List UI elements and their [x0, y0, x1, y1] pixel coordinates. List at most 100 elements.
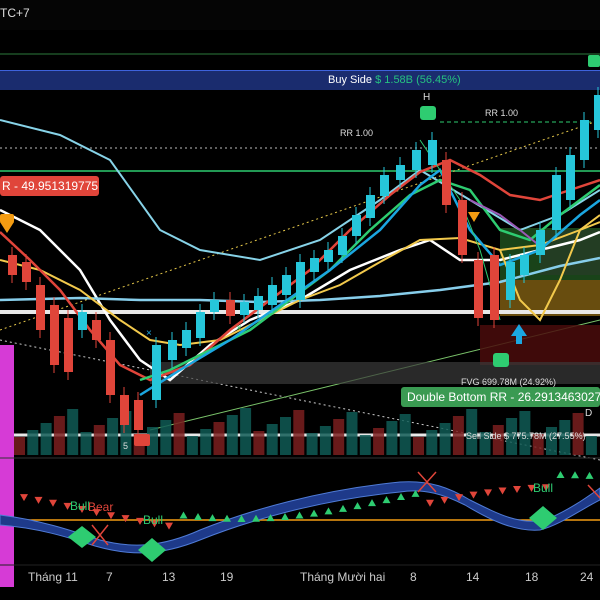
volume-bar [226, 415, 238, 455]
volume-bar [240, 408, 252, 455]
candle-body [36, 285, 45, 330]
candle-body [106, 340, 115, 395]
ll-tag [134, 434, 150, 446]
rr-right-label: RR 1.00 [485, 108, 519, 118]
x-axis-label: 7 [106, 570, 113, 584]
fvg-label: FVG 699.78M (24.92%) [461, 377, 557, 387]
candle-body [196, 312, 205, 338]
down-triangle-icon [468, 212, 480, 222]
x-mark-icon: × [146, 328, 152, 339]
volume-bar [373, 428, 385, 455]
candle-body [552, 175, 561, 230]
high-label: H [423, 92, 431, 103]
osc-triangle [484, 489, 492, 497]
osc-triangle [585, 471, 594, 479]
osc-triangle [353, 502, 362, 510]
candle-body [268, 285, 277, 305]
candle-body [338, 236, 347, 255]
candle-body [240, 302, 249, 315]
volume-bar [293, 410, 305, 455]
candle-body [366, 195, 375, 218]
hh-tag [420, 106, 436, 120]
candle-body [566, 155, 575, 200]
candle-body [310, 258, 319, 272]
bull-label-2: Bull [143, 513, 164, 527]
osc-triangle [121, 515, 130, 523]
volume-bar [14, 437, 25, 455]
candle-body [490, 255, 499, 320]
x-axis-label: 24 [580, 570, 594, 584]
candle-body [380, 175, 389, 196]
osc-triangle [324, 507, 333, 515]
volume-bar [266, 424, 278, 455]
osc-triangle [571, 471, 579, 479]
volume-bar [452, 416, 464, 455]
left-indicator-bar [0, 345, 14, 587]
volume-bar [319, 426, 331, 455]
double-bottom-box[interactable]: Double Bottom RR - 26.2913463027 [401, 387, 600, 407]
candle-body [226, 300, 235, 316]
osc-triangle [310, 509, 318, 517]
osc-triangle [498, 487, 507, 495]
osc-triangle [556, 471, 565, 479]
candle-body [168, 340, 177, 360]
osc-triangle [223, 514, 231, 522]
volume-bar [160, 420, 172, 455]
volume-bar [333, 419, 345, 455]
x-axis-label: Tháng 11 [28, 570, 78, 584]
candle-body [210, 300, 219, 312]
volume-bar [80, 432, 92, 455]
buy-side-amount: $ 1.58B (56.45%) [375, 74, 461, 86]
header-band [0, 0, 600, 30]
osc-triangle [281, 513, 289, 521]
osc-triangle [469, 491, 478, 499]
osc-triangle [49, 499, 57, 507]
candle-body [254, 296, 263, 310]
candle-body [120, 395, 129, 425]
candle-body [8, 255, 17, 275]
volume-bar [359, 435, 371, 455]
osc-triangle [440, 496, 449, 504]
volume-bar [439, 423, 451, 455]
candle-body [296, 262, 305, 300]
candle-body [458, 200, 467, 255]
sell-side-label: Sell Side $ 775.78M (27.55%) [466, 431, 586, 441]
top-right-marker [588, 55, 600, 67]
volume-bar [280, 417, 291, 455]
bull-label-3: Bull [533, 481, 554, 495]
candle-body [64, 318, 73, 372]
x-axis-label: 8 [410, 570, 417, 584]
x-mark-icon-2: × [236, 323, 242, 334]
osc-triangle [20, 494, 28, 502]
buy-side-border [0, 70, 600, 71]
osc-triangle [208, 514, 217, 522]
osc-triangle [194, 513, 202, 521]
x-axis-label: 13 [162, 570, 176, 584]
bull-label-1: Bull [70, 499, 91, 513]
osc-triangle [339, 504, 347, 512]
bull-diamond-2 [138, 538, 166, 562]
buy-side-zone [0, 70, 600, 90]
x-axis-label: Tháng Mười hai [300, 570, 386, 584]
x-axis-label: 19 [220, 570, 234, 584]
osc-triangle [295, 511, 304, 519]
rr-left-label: RR 1.00 [340, 128, 374, 138]
volume-bar [186, 436, 198, 455]
volume-bar [399, 414, 411, 455]
volume-bar [213, 422, 225, 455]
volume-bar [253, 431, 265, 455]
osc-triangle [179, 511, 188, 519]
candle-body [396, 165, 405, 180]
buy-side-prefix: Buy Side [328, 74, 373, 86]
volume-bar [200, 429, 212, 455]
osc-triangle [426, 499, 434, 507]
candle-body [594, 95, 600, 130]
rr-price-box[interactable]: R - 49.951319775 [0, 176, 99, 196]
volume-bar [27, 430, 39, 455]
candle-body [324, 250, 333, 262]
candle-body [474, 260, 483, 318]
buy-side-label: Buy Side $ 1.58B (56.45%) [328, 74, 461, 86]
candle-body [152, 345, 161, 400]
volume-bar [426, 430, 438, 455]
candle-body [428, 140, 437, 165]
